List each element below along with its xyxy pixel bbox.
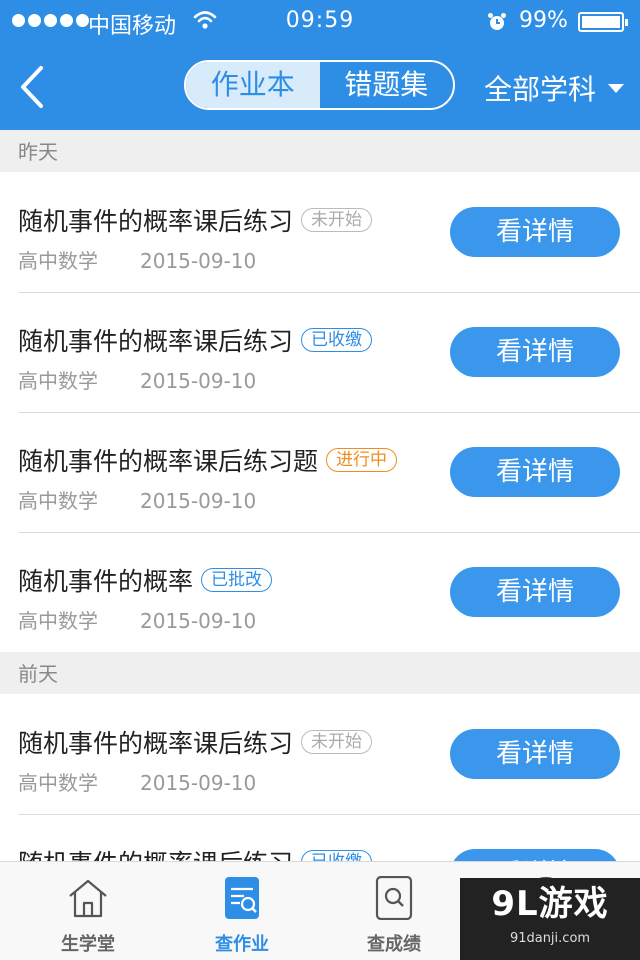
status-badge: 未开始 [301,730,373,754]
battery-icon [578,12,628,32]
homework-title-row: 随机事件的概率课后练习 未开始 [18,202,373,238]
back-arrow-icon[interactable] [14,62,54,112]
view-details-button[interactable]: 看详情 [450,729,620,779]
homework-title: 随机事件的概率 [18,567,194,596]
homework-meta: 高中数学 2015-09-10 [18,365,256,394]
date-label: 2015-09-10 [140,771,257,795]
subject-label: 高中数学 [18,489,98,513]
tab-check-homework-label: 查作业 [215,934,269,955]
homework-title: 随机事件的概率课后练习题 [18,447,319,476]
view-details-button[interactable]: 看详情 [450,447,620,497]
homework-title-row: 随机事件的概率课后练习 未开始 [18,724,373,760]
subject-filter-label: 全部学科 [484,73,597,106]
segmented-control: 作业本 错题集 [184,60,455,110]
list-item: 随机事件的概率课后练习 未开始高中数学 2015-09-10 看详情 [0,172,640,292]
homework-search-icon [225,877,259,919]
homework-title-row: 随机事件的概率 已批改 [18,562,273,598]
section-header: 昨天 [0,130,640,172]
chevron-down-icon [608,83,625,93]
battery-percent: 99% [519,8,568,33]
tab-homework-book[interactable]: 作业本 [186,62,320,108]
homework-meta: 高中数学 2015-09-10 [18,767,256,796]
tab-check-grades-label: 查成绩 [367,934,421,955]
date-label: 2015-09-10 [140,609,257,633]
homework-title-row: 随机事件的概率课后练习题 进行中 [18,442,398,478]
subject-label: 高中数学 [18,771,98,795]
tab-home[interactable]: 生学堂 [12,862,164,960]
alarm-icon [488,13,506,30]
homework-title: 随机事件的概率课后练习 [18,729,294,758]
list-item: 随机事件的概率课后练习已收缴高中数学 2015-09-10 看详情 [0,292,640,412]
tab-check-homework[interactable]: 查作业 [166,862,318,960]
section-list: 随机事件的概率课后练习未开始高中数学2015-09-10看详情随机事件的概率课后… [0,172,640,652]
status-badge: 进行中 [326,448,398,472]
status-badge: 已收缴 [301,850,373,861]
watermark-logo: 9L游戏 91danji.com [460,878,640,960]
list-item: 随机事件的概率课后练习 未开始高中数学 2015-09-10 看详情 [0,694,640,814]
subject-label: 高中数学 [18,249,98,273]
view-details-button[interactable]: 看详情 [450,207,620,257]
nav-bar: 作业本 错题集 全部学科 [0,44,640,130]
list-item: 随机事件的概率课后练习已收缴高中数学2015-09-10看详情 [0,814,640,861]
watermark-url: 91danji.com [509,931,591,946]
homework-title: 随机事件的概率课后练习 [18,844,293,861]
view-details-button[interactable]: 看详情 [450,849,620,861]
homework-list: 昨天 随机事件的概率课后练习 未开始 高中数学 2015-09-10 看详情 随机事件的概率… [0,130,640,861]
view-details-button[interactable]: 看详情 [450,327,620,377]
grade-search-icon [375,876,413,920]
homework-title-row: 随机事件的概率课后练习已收缴 [18,322,373,358]
watermark-main: 9L游戏 [491,884,609,924]
list-item: 随机事件的概率 已批改高中数学 2015-09-10 看详情 [0,532,640,652]
list-item: 随机事件的概率课后练习题 进行中高中数学 2015-09-10 看详情 [0,412,640,532]
status-badge: 已收缴 [301,328,373,352]
tab-home-label: 生学堂 [61,934,115,955]
date-label: 2015-09-10 [140,489,257,513]
section-header: 前天 [0,652,640,694]
status-bar: 中国移动 09:59 99% [0,0,640,44]
homework-title: 随机事件的概率课后练习 [18,327,294,356]
subject-filter-dropdown[interactable]: 全部学科 [484,68,625,108]
tab-check-grades[interactable]: 查成绩 [318,862,470,960]
date-label: 2015-09-10 [140,249,257,273]
date-label: 2015-09-10 [140,369,257,393]
tab-mistake-collection[interactable]: 错题集 [320,62,454,108]
status-badge: 未开始 [301,208,373,232]
homework-title-row: 随机事件的概率课后练习已收缴 [18,844,373,861]
house-icon [69,879,107,918]
section-list: 随机事件的概率课后练习未开始高中数学2015-09-10看详情随机事件的概率课后… [0,694,640,861]
subject-label: 高中数学 [18,609,98,633]
view-details-button[interactable]: 看详情 [450,567,620,617]
subject-label: 高中数学 [18,369,98,393]
homework-title: 随机事件的概率课后练习 [18,207,294,236]
homework-meta: 高中数学 2015-09-10 [18,605,256,634]
homework-meta: 高中数学 2015-09-10 [18,485,256,514]
homework-meta: 高中数学 2015-09-10 [18,245,256,274]
status-badge: 已批改 [201,568,273,592]
